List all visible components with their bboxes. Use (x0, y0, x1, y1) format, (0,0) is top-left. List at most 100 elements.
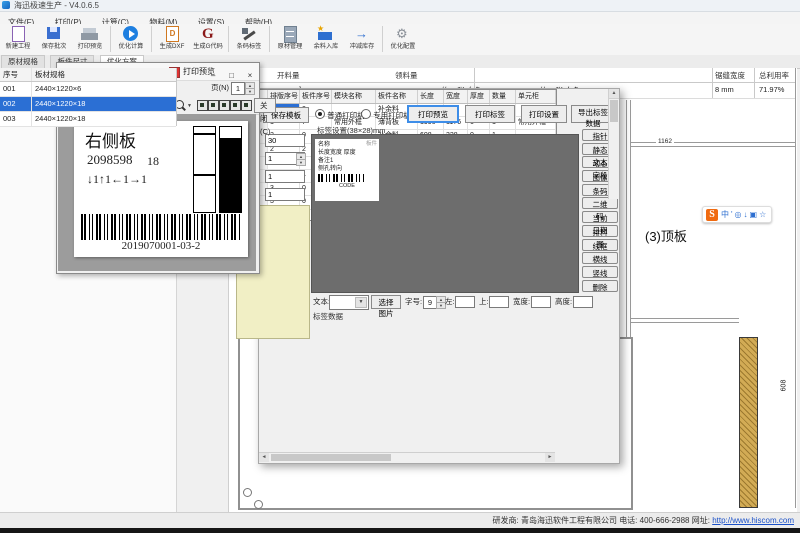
label-gap-input[interactable] (265, 188, 305, 201)
preview-close-button[interactable]: 关闭(C) (254, 98, 276, 113)
url-label: 网址: (692, 516, 710, 525)
toolbar-separator (269, 26, 270, 52)
view-whole-page-icon[interactable] (197, 100, 208, 111)
website-link[interactable]: http://www.hiscom.com (712, 516, 794, 525)
barcode-text: 2019070001-03-2 (74, 240, 248, 252)
left-input[interactable] (455, 296, 475, 308)
status-bar: 研发商: 青岛海迅软件工程有限公司 电话: 400-666-2988 网址: h… (0, 512, 800, 529)
page-number-label: 页(N) (211, 82, 229, 93)
part-dims-text: 2098598 (87, 152, 133, 168)
materials-row[interactable]: 003 2440×1220×18 (0, 112, 176, 127)
part-thickness-text: 18 (147, 154, 159, 169)
radio-normal-printer[interactable]: 普通打印机 (315, 109, 365, 121)
toolbar-separator (228, 26, 229, 52)
tool-delete-button[interactable]: 删除 (582, 280, 618, 292)
phone-value: 400-666-2988 (640, 516, 690, 525)
view-multi-pages-icon[interactable] (241, 100, 252, 111)
view-two-pages-icon[interactable] (230, 100, 241, 111)
tool-hline-button[interactable]: 横线 (582, 252, 618, 264)
font-size-label: 字号: (405, 295, 422, 309)
template-barcode[interactable] (318, 174, 364, 182)
tool-wireframe-button[interactable]: 线框 (582, 239, 618, 251)
optimize-calc-button[interactable]: 优化计算 (113, 24, 149, 54)
text-combo[interactable]: ▼ (329, 295, 369, 310)
barcode-label-button[interactable]: 条码标签 (231, 24, 267, 54)
nesting-diagram-right-bar (219, 126, 242, 213)
new-project-button[interactable]: 新建工程 (0, 24, 36, 54)
top-label: 上: (479, 295, 489, 309)
toolbar-separator (151, 26, 152, 52)
cad-hole-circle (243, 488, 252, 497)
materials-table: 序号 板材规格 001 2440×1220×6 002 2440×1220×18… (0, 68, 177, 126)
width-label: 宽度: (513, 295, 530, 309)
optimize-config-button[interactable]: ⚙ 优化配置 (385, 24, 421, 54)
height-label: 高度: (555, 295, 572, 309)
cad-vertical-line (626, 100, 627, 337)
cad-hatched-bar (739, 337, 758, 508)
chevron-down-icon[interactable]: ▼ (355, 297, 367, 308)
cad-hole-circle (254, 500, 263, 509)
cabinet-icon (284, 26, 297, 43)
zoom-dropdown-icon[interactable]: ▼ (187, 103, 192, 109)
remnant-instock-button[interactable]: ★ 余料入库 (308, 24, 344, 54)
template-remark-field[interactable]: 备注1 (318, 157, 376, 165)
materials-row-selected[interactable]: 002 2440×1220×18 (0, 97, 176, 112)
print-preview-button[interactable]: 打印预览 (72, 24, 108, 54)
pick-image-button[interactable]: 选择图片 (371, 295, 401, 309)
radio-special-printer[interactable]: 专用打印机 (361, 109, 411, 121)
deduct-stock-button[interactable]: → 冲减库存 (344, 24, 380, 54)
view-100-icon[interactable] (219, 100, 230, 111)
text-label: 文本: (313, 295, 330, 309)
phone-label: 电话: (619, 516, 637, 525)
window-title: 海迅极速生产 - V4.0.6.5 (14, 0, 99, 11)
label-design-canvas[interactable]: 板件 名称 长度宽度 厚度 备注1 侧孔转向 CODE (311, 134, 579, 293)
raw-material-button[interactable]: 原材管理 (272, 24, 308, 54)
tool-qrcode-button[interactable]: 二维码 (582, 197, 618, 209)
ime-toolbar[interactable]: S 中'◎↓▣☆ (702, 206, 772, 223)
dxf-file-icon: D (166, 26, 179, 42)
print-preview-dialog-button[interactable]: 打印预览 (407, 105, 459, 123)
export-dxf-button[interactable]: D 生成DXF (154, 24, 190, 54)
print-settings-button[interactable]: 打印设置 (521, 105, 567, 123)
tool-vline-button[interactable]: 竖线 (582, 266, 618, 278)
print-label-button[interactable]: 打印标签 (465, 105, 515, 123)
materials-row[interactable]: 001 2440×1220×6 (0, 82, 176, 97)
gcode-icon: G (202, 26, 214, 42)
width-input[interactable] (531, 296, 551, 308)
gear-icon: ⚙ (396, 26, 408, 41)
ime-mode-icons: 中'◎↓▣☆ (721, 209, 768, 220)
maker-value: 青岛海迅软件工程有限公司 (521, 516, 617, 525)
spin-down-icon[interactable]: ▼ (296, 159, 306, 166)
top-input[interactable] (489, 296, 509, 308)
tool-date-button[interactable]: 当前日期 (582, 211, 618, 223)
tool-nesting-diagram-button[interactable]: 排料图 (582, 225, 618, 237)
barcode (81, 214, 241, 240)
maker-label: 研发商: (492, 516, 518, 525)
play-icon (123, 26, 138, 41)
toolbar-separator (382, 26, 383, 52)
materials-header-row: 序号 板材规格 (0, 68, 176, 82)
label-margin-input[interactable] (265, 170, 305, 183)
save-batch-button[interactable]: 保存批次 (36, 24, 72, 54)
page-number-value[interactable]: 1 (231, 82, 245, 95)
app-window: 海迅极速生产 - V4.0.6.5 文件(F) 打印(P) 计算(C) 物料(M… (0, 0, 800, 533)
save-icon (47, 27, 60, 39)
radio-on-icon (315, 109, 325, 119)
edge-banding-text: ↓1↑1←1→1 (87, 172, 147, 187)
template-corner-tag: 板件 (366, 140, 377, 148)
font-size-value[interactable]: 9 (423, 296, 437, 309)
label-template-card[interactable]: 板件 名称 长度宽度 厚度 备注1 侧孔转向 CODE (315, 139, 379, 201)
gcode-button[interactable]: G 生成G代码 (190, 24, 226, 54)
template-dims-field[interactable]: 长度宽度 厚度 (318, 149, 376, 157)
template-code-text: CODE (318, 182, 376, 190)
sogou-logo-icon: S (706, 209, 718, 221)
template-holes-field[interactable]: 侧孔转向 (318, 165, 376, 173)
radio-off-icon (361, 109, 371, 119)
page-spin-down-icon[interactable]: ▼ (245, 88, 255, 95)
tab-raw-specs[interactable]: 原材规格 (1, 55, 45, 68)
height-input[interactable] (573, 296, 593, 308)
nesting-diagram-left-bar (193, 126, 216, 213)
left-label: 左: (445, 295, 455, 309)
view-page-width-icon[interactable] (208, 100, 219, 111)
label-width-input[interactable] (265, 134, 305, 147)
